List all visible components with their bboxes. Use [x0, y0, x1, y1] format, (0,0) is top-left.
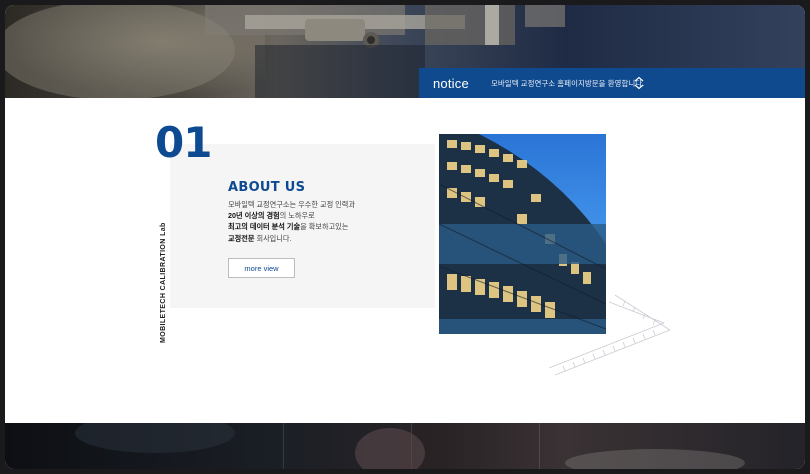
about-line-4: 교정전문 회사입니다. [228, 233, 355, 244]
about-line-2-rest: 의 노하우로 [279, 211, 315, 221]
about-description: 모바일텍 교정연구소는 우수한 교정 인력과 20년 이상의 경험의 노하우로 … [228, 199, 355, 244]
bottom-banner [5, 423, 805, 469]
about-line-4-rest: 회사입니다. [254, 233, 292, 243]
about-line-3-rest: 을 확보하고있는 [300, 222, 349, 232]
about-title: ABOUT US [228, 180, 306, 195]
about-line-4-bold: 교정전문 [228, 233, 255, 243]
about-line-3: 최고의 데이터 분석 기술을 확보하고있는 [228, 221, 355, 232]
notice-bar[interactable]: notice 모바일텍 교정연구소 홈페이지방문을 환영합니다. [419, 68, 805, 98]
notice-message[interactable]: 모바일텍 교정연구소 홈페이지방문을 환영합니다. [491, 78, 644, 89]
about-line-2: 20년 이상의 경험의 노하우로 [228, 210, 355, 221]
side-label: MOBILETECH CALIBRATION Lab [160, 222, 167, 343]
ruler-graphic [548, 294, 671, 376]
notice-title: notice [433, 75, 469, 91]
hero-banner: notice 모바일텍 교정연구소 홈페이지방문을 환영합니다. [5, 5, 805, 98]
section-number: 01 [155, 118, 212, 167]
more-view-button[interactable]: more view [228, 258, 295, 278]
bottom-image [75, 423, 745, 469]
about-line-1: 모바일텍 교정연구소는 우수한 교정 인력과 [228, 200, 356, 209]
about-line-3-bold: 최고의 데이터 분석 기술 [228, 222, 301, 232]
about-line-2-bold: 20년 이상의 경험 [228, 211, 280, 221]
page-frame: notice 모바일텍 교정연구소 홈페이지방문을 환영합니다. 01 MOBI… [5, 5, 805, 469]
chevron-up-down-icon[interactable] [633, 76, 645, 90]
